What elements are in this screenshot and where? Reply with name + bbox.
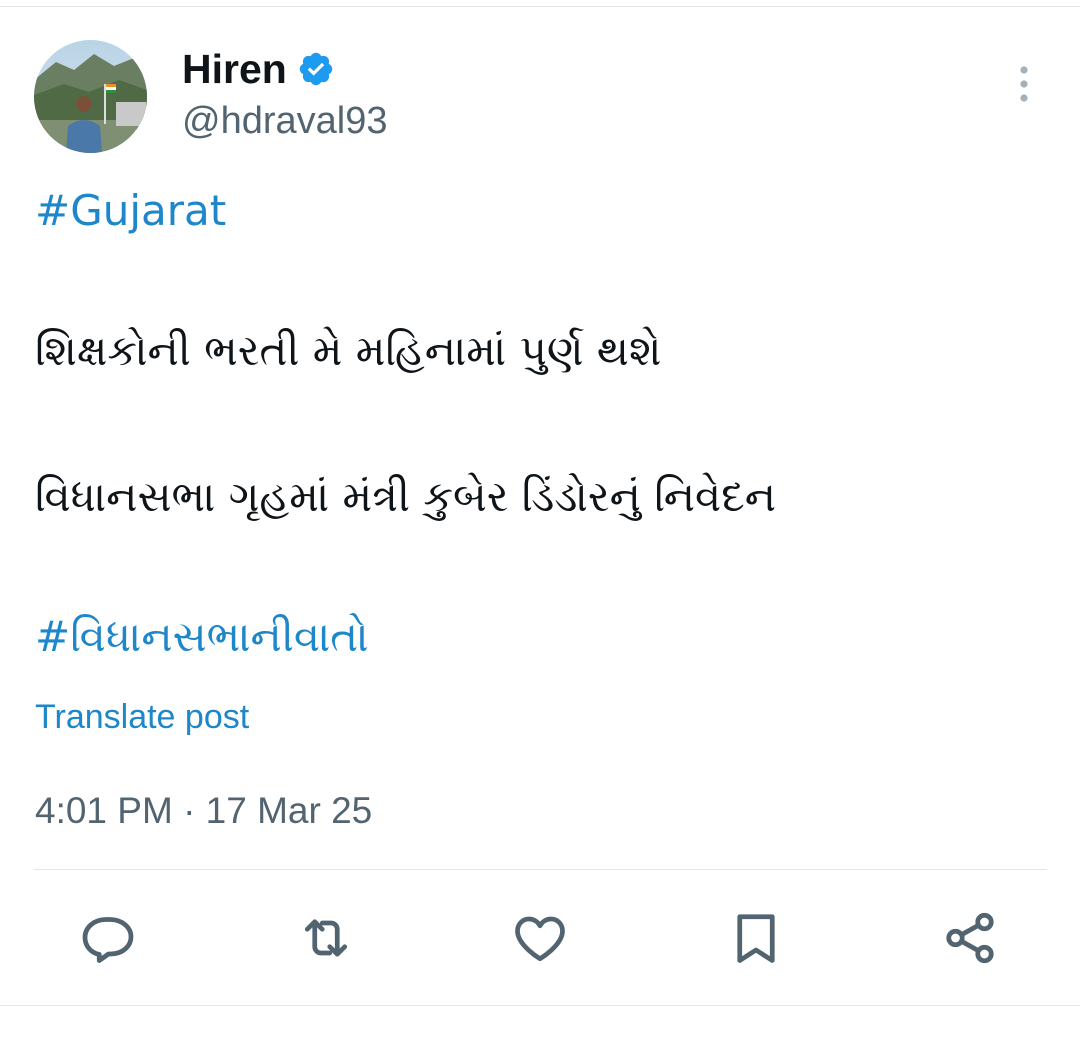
avatar-photo: [34, 40, 147, 153]
reply-icon: [82, 917, 134, 963]
hashtag-gujarat[interactable]: #Gujarat: [35, 180, 226, 242]
divider: [34, 869, 1047, 870]
bookmark-button[interactable]: [720, 902, 792, 974]
top-divider: [0, 6, 1080, 7]
timestamp[interactable]: 4:01 PM · 17 Mar 25: [35, 786, 372, 836]
like-button[interactable]: [504, 902, 576, 974]
action-bar: [0, 902, 1080, 974]
bottom-divider: [0, 1005, 1080, 1006]
share-button[interactable]: [934, 902, 1006, 974]
heart-icon: [515, 916, 565, 962]
reply-button[interactable]: [72, 902, 144, 974]
repost-icon: [304, 919, 348, 957]
tweet-text-line-1: શિક્ષકોની ભરતી મે મહિનામાં પુર્ણ થશે: [35, 326, 662, 375]
avatar[interactable]: [34, 40, 147, 153]
verified-badge-icon: [297, 50, 335, 88]
more-vertical-icon[interactable]: [1002, 62, 1046, 106]
hashtag-vidhansabha[interactable]: #વિધાનસભાનીવાતો: [35, 606, 369, 668]
handle[interactable]: @hdraval93: [182, 96, 387, 146]
share-icon: [946, 912, 994, 964]
author-block: Hiren @hdraval93: [182, 44, 387, 146]
display-name[interactable]: Hiren: [182, 44, 287, 94]
tweet-text-line-2: વિધાનસભા ગૃહમાં મંત્રી કુબેર ડિંડોરનું ન…: [35, 472, 776, 521]
bookmark-icon: [737, 914, 775, 963]
name-row: Hiren: [182, 44, 387, 94]
translate-post-link[interactable]: Translate post: [35, 694, 249, 740]
repost-button[interactable]: [290, 902, 362, 974]
